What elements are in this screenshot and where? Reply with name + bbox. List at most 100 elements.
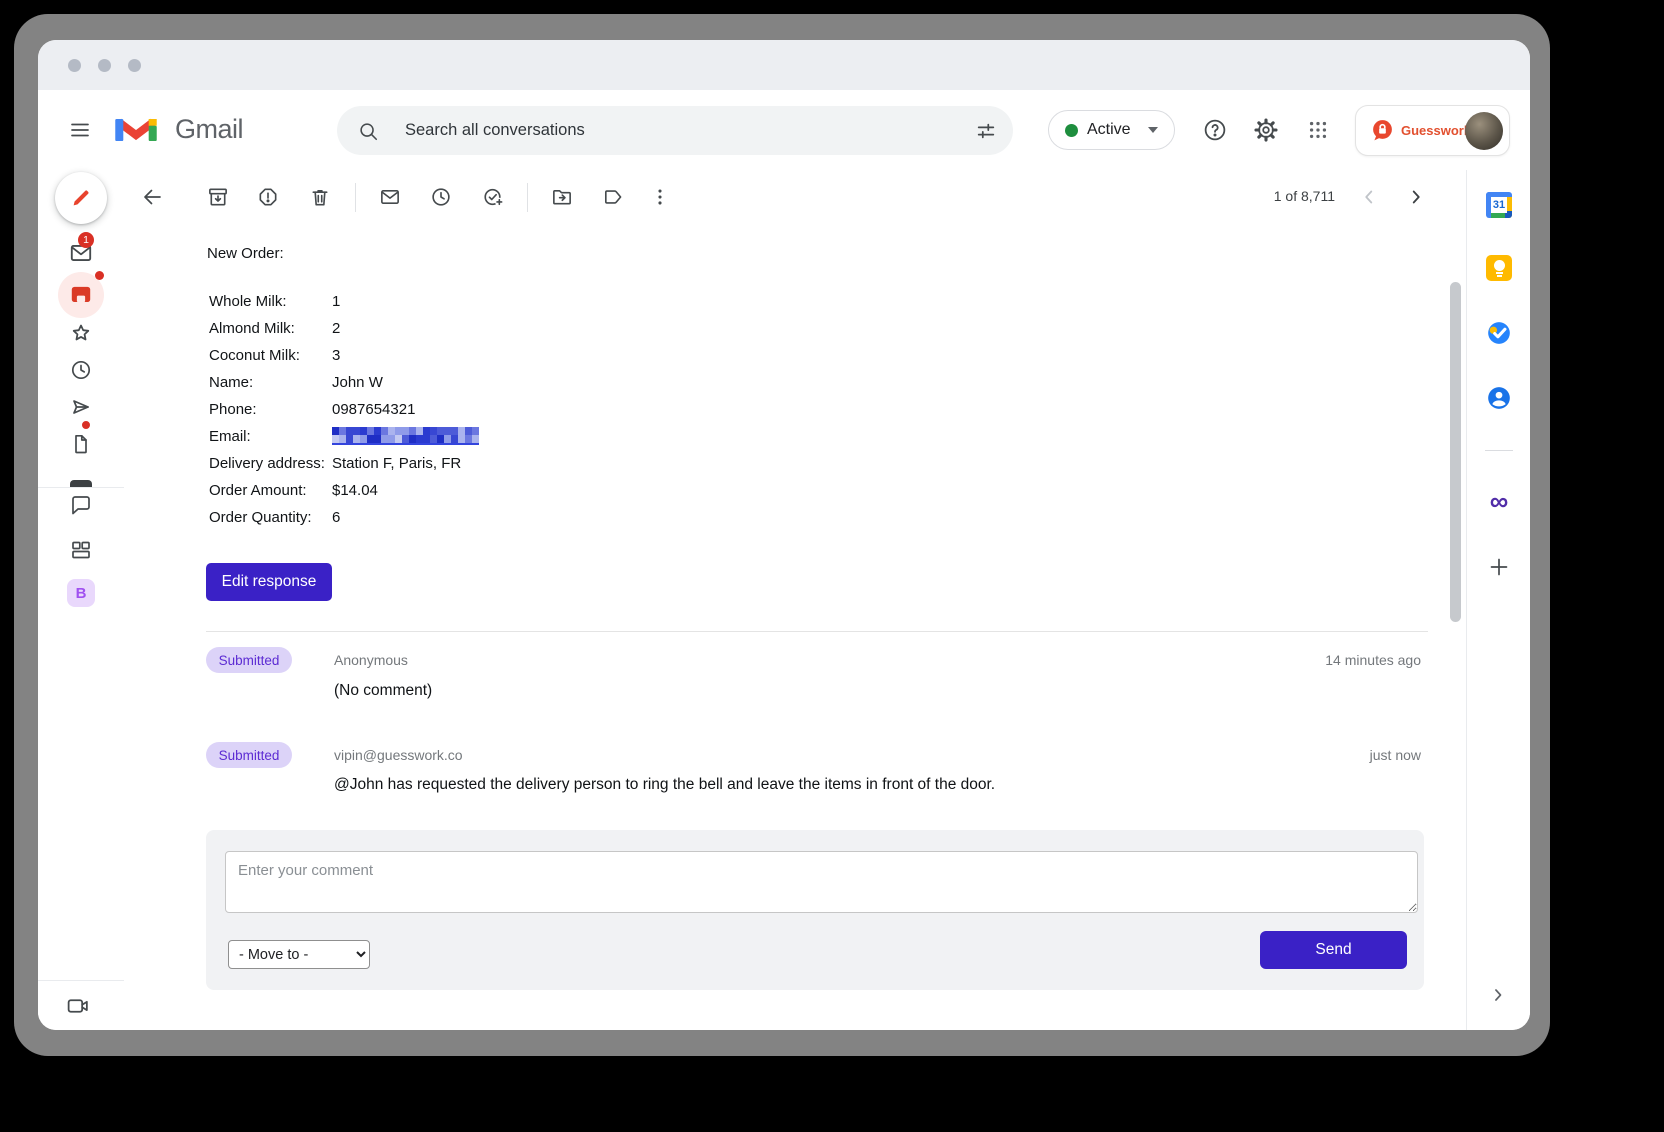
avatar[interactable] xyxy=(1465,112,1503,150)
field-value: Station F, Paris, FR xyxy=(332,454,461,474)
conversation-pane: 1 of 8,711 New Order: Whole Milk:1 Almon… xyxy=(124,170,1466,1030)
sidebar-item-spaces[interactable] xyxy=(69,538,93,562)
collapse-side-panel-button[interactable] xyxy=(1488,985,1508,1005)
chevron-left-icon xyxy=(1358,186,1380,208)
window-zoom-button[interactable] xyxy=(128,59,141,72)
order-field-row: Whole Milk:1 xyxy=(209,292,287,312)
scrollbar-thumb[interactable] xyxy=(1450,282,1461,622)
field-label: Almond Milk: xyxy=(209,320,295,337)
order-field-row: Almond Milk:2 xyxy=(209,319,295,339)
comment-input[interactable] xyxy=(225,851,1418,913)
sidebar-item-meet[interactable] xyxy=(66,994,91,1019)
newer-conversation-button[interactable] xyxy=(1358,186,1380,208)
settings-button[interactable] xyxy=(1254,118,1279,143)
sidebar-item-label-b[interactable]: B xyxy=(67,579,95,607)
plus-icon xyxy=(1487,555,1511,579)
drafts-notification-dot xyxy=(81,420,91,430)
get-addons-button[interactable] xyxy=(1487,555,1511,579)
contacts-icon xyxy=(1486,385,1512,411)
search-icon xyxy=(357,120,379,142)
sidebar-item-tasks[interactable] xyxy=(1486,320,1512,346)
back-button[interactable] xyxy=(140,185,164,209)
help-button[interactable] xyxy=(1203,118,1228,143)
google-apps-button[interactable] xyxy=(1307,119,1329,141)
envelope-icon xyxy=(379,186,402,209)
older-conversation-button[interactable] xyxy=(1405,186,1427,208)
main-menu-button[interactable] xyxy=(68,118,92,142)
add-to-tasks-button[interactable] xyxy=(482,186,505,209)
sidebar-divider xyxy=(38,487,124,488)
field-value: 1 xyxy=(332,292,340,312)
archive-button[interactable] xyxy=(207,186,230,209)
comment-body: @John has requested the delivery person … xyxy=(334,776,995,794)
pagination-counter: 1 of 8,711 xyxy=(1274,188,1335,204)
edit-response-button[interactable]: Edit response xyxy=(206,563,332,601)
search-options-icon[interactable] xyxy=(975,120,997,142)
move-to-select[interactable]: - Move to - xyxy=(228,940,370,969)
hamburger-icon xyxy=(68,118,92,142)
browser-window: Gmail Search all conversations Active xyxy=(38,40,1530,1030)
snooze-clock-icon xyxy=(430,186,453,209)
infinity-addon-icon: ∞ xyxy=(1490,488,1509,514)
more-options-button[interactable] xyxy=(649,186,671,208)
comment-body: (No comment) xyxy=(334,682,432,700)
sidebar-item-addon[interactable]: ∞ xyxy=(1490,488,1509,514)
report-spam-button[interactable] xyxy=(257,186,280,209)
order-field-row: Delivery address:Station F, Paris, FR xyxy=(209,454,325,474)
availability-dropdown[interactable]: Active xyxy=(1048,110,1175,150)
notification-dot xyxy=(95,271,104,280)
chevron-right-icon xyxy=(1405,186,1427,208)
comment-timestamp: 14 minutes ago xyxy=(1325,652,1421,668)
comment-author: vipin@guesswork.co xyxy=(334,747,463,763)
sidebar-item-sent[interactable] xyxy=(69,395,93,419)
chevron-right-icon xyxy=(1488,985,1508,1005)
sidebar-item-calendar[interactable]: 31 xyxy=(1486,192,1512,218)
mark-unread-button[interactable] xyxy=(379,186,402,209)
sidebar-item-contacts[interactable] xyxy=(1486,385,1512,411)
spaces-icon xyxy=(69,538,93,562)
status-badge: Submitted xyxy=(206,742,292,768)
left-sidebar: 1 xyxy=(38,170,124,1030)
field-label: Order Quantity: xyxy=(209,509,312,526)
tasks-icon xyxy=(1486,320,1512,346)
comments-divider xyxy=(206,631,1428,632)
gmail-wordmark: Gmail xyxy=(175,114,243,145)
email-content: New Order: Whole Milk:1 Almond Milk:2 Co… xyxy=(124,225,1466,1030)
chat-bubble-icon xyxy=(69,493,93,517)
star-icon xyxy=(69,321,94,346)
chevron-down-icon xyxy=(1148,127,1158,133)
sidebar-item-guesswork-inbox-selected[interactable] xyxy=(58,272,104,318)
sidebar-item-drafts[interactable] xyxy=(69,432,93,456)
labels-button[interactable] xyxy=(602,186,625,209)
field-label: Phone: xyxy=(209,401,257,418)
help-icon xyxy=(1203,118,1228,143)
scrolled-folder-icon xyxy=(70,480,92,487)
search-input[interactable]: Search all conversations xyxy=(405,121,975,140)
sidebar-item-keep[interactable] xyxy=(1486,255,1512,281)
field-value: 6 xyxy=(332,508,340,528)
compose-pencil-icon xyxy=(68,185,94,211)
guesswork-account-badge[interactable]: Guesswork xyxy=(1355,105,1510,156)
right-sidebar-divider xyxy=(1485,450,1513,451)
sidebar-item-starred[interactable] xyxy=(69,321,94,346)
order-field-row: Order Amount:$14.04 xyxy=(209,481,307,501)
field-value: 3 xyxy=(332,346,340,366)
send-icon xyxy=(69,395,93,419)
label-b-badge: B xyxy=(67,579,95,607)
archive-icon xyxy=(207,186,230,209)
delete-button[interactable] xyxy=(309,186,332,209)
field-label: Whole Milk: xyxy=(209,293,287,310)
sidebar-divider-bottom xyxy=(38,980,124,981)
window-minimize-button[interactable] xyxy=(98,59,111,72)
compose-button[interactable] xyxy=(55,172,107,224)
window-close-button[interactable] xyxy=(68,59,81,72)
active-status-dot xyxy=(1065,124,1078,137)
sidebar-item-inbox[interactable]: 1 xyxy=(68,240,94,266)
sidebar-item-chat[interactable] xyxy=(69,493,93,517)
sidebar-item-snoozed[interactable] xyxy=(69,358,93,382)
snooze-button[interactable] xyxy=(430,186,453,209)
toolbar-separator xyxy=(527,183,528,212)
send-button[interactable]: Send xyxy=(1260,931,1407,969)
move-to-button[interactable] xyxy=(551,186,574,209)
search-bar[interactable]: Search all conversations xyxy=(337,106,1013,155)
